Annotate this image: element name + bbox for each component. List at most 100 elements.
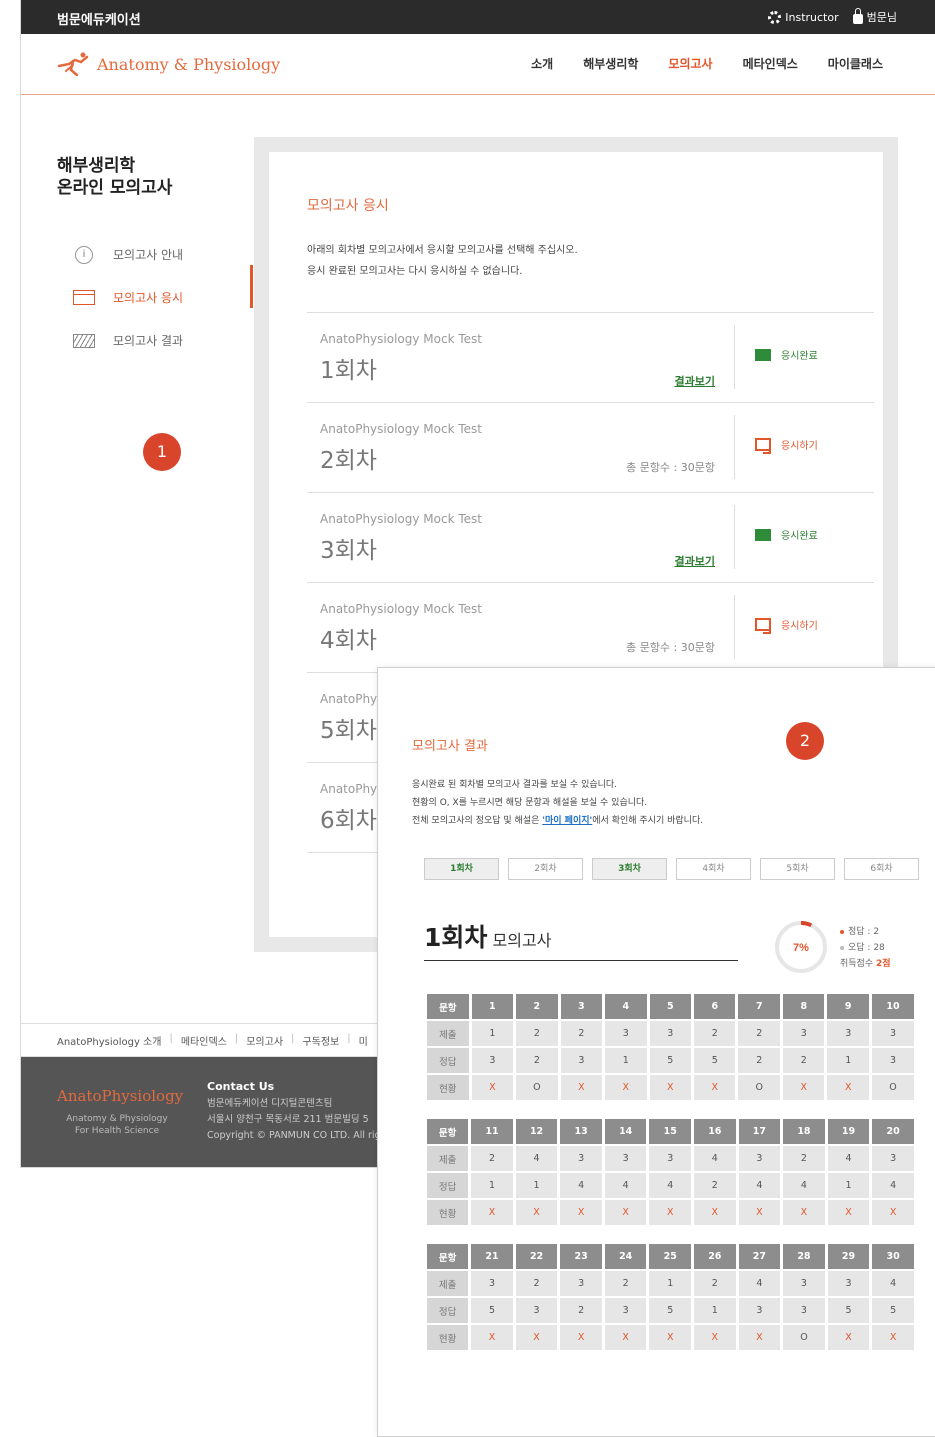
- footer-link[interactable]: 미: [359, 1033, 368, 1048]
- tab-round-1[interactable]: 1회차: [424, 858, 499, 880]
- red-dot-icon: [840, 929, 844, 934]
- status-mark-wrong[interactable]: X: [560, 1075, 603, 1100]
- sidebar-item-results[interactable]: 모의고사 결과: [57, 319, 183, 362]
- status-mark-wrong[interactable]: X: [694, 1200, 736, 1225]
- grid-cell: 3: [649, 1146, 692, 1171]
- grid-row-label: 정답: [427, 1298, 469, 1323]
- status-mark-wrong[interactable]: X: [604, 1325, 647, 1350]
- grid-cell: 2: [471, 1146, 513, 1171]
- grid-cell: 19: [827, 1119, 870, 1144]
- status-mark-wrong[interactable]: X: [694, 1075, 736, 1100]
- status-mark-correct[interactable]: O: [738, 1075, 781, 1100]
- view-result-link[interactable]: 결과보기: [620, 553, 715, 569]
- status-mark-wrong[interactable]: X: [783, 1200, 825, 1225]
- grid-row-label: 문항: [427, 1244, 469, 1269]
- status-mark-wrong[interactable]: X: [827, 1200, 870, 1225]
- status-mark-wrong[interactable]: X: [471, 1075, 514, 1100]
- status-mark-wrong[interactable]: X: [827, 1075, 869, 1100]
- nav-item-anatomy[interactable]: 해부생리학: [583, 55, 638, 72]
- footer-link[interactable]: 모의고사: [246, 1033, 283, 1048]
- sidebar-item-label: 모의고사 결과: [113, 334, 184, 348]
- grid-cell: 17: [738, 1119, 781, 1144]
- footer-link[interactable]: AnatoPhysiology 소개: [57, 1033, 161, 1048]
- grid-cell: 2: [516, 1021, 558, 1046]
- status-mark-wrong[interactable]: X: [604, 1200, 647, 1225]
- score-label: 취득점수: [840, 959, 876, 969]
- grid-cell: 5: [649, 1298, 692, 1323]
- status-mark-wrong[interactable]: X: [872, 1325, 914, 1350]
- grid-cell: 1: [605, 1048, 647, 1073]
- footer-link[interactable]: 구독정보: [302, 1033, 339, 1048]
- status-mark-wrong[interactable]: X: [605, 1075, 647, 1100]
- gear-icon: [768, 10, 782, 24]
- take-test-button[interactable]: 응시하기: [755, 617, 818, 634]
- instructor-link[interactable]: Instructor: [768, 9, 839, 25]
- status-mark-wrong[interactable]: X: [560, 1200, 602, 1225]
- test-name: 3회차: [320, 538, 377, 564]
- status-mark-wrong[interactable]: X: [694, 1325, 736, 1350]
- sidebar-item-take-test[interactable]: 모의고사 응시: [57, 276, 183, 319]
- grid-cell: 14: [604, 1119, 647, 1144]
- status-mark-wrong[interactable]: X: [471, 1325, 513, 1350]
- description-line: 전체 모의고사의 정오답 및 해설은 '마이 페이지'에서 확인해 주시기 바랍…: [412, 812, 703, 830]
- view-result-link[interactable]: 결과보기: [620, 373, 715, 389]
- take-test-button[interactable]: 응시하기: [755, 437, 818, 454]
- grid-cell: 4: [783, 1173, 825, 1198]
- grid-cell: 1: [694, 1298, 736, 1323]
- footer-link[interactable]: 메타인덱스: [181, 1033, 227, 1048]
- grid-row-q: 문항 21 22 23 24 25 26 27 28 29 30: [427, 1244, 914, 1269]
- take-test-icon: [755, 618, 771, 634]
- my-page-link[interactable]: '마이 페이지': [542, 816, 592, 826]
- brand-name[interactable]: 범문에듀케이션: [57, 9, 141, 28]
- grid-row-label: 현황: [427, 1075, 469, 1100]
- grid-cell: 29: [827, 1244, 870, 1269]
- status-mark-wrong[interactable]: X: [738, 1200, 781, 1225]
- status-mark-wrong[interactable]: X: [515, 1200, 558, 1225]
- status-mark-wrong[interactable]: X: [872, 1200, 914, 1225]
- test-name: 4회차: [320, 628, 377, 654]
- user-link[interactable]: 범문님: [852, 7, 897, 25]
- status-mark-wrong[interactable]: X: [471, 1200, 513, 1225]
- nav-item-intro[interactable]: 소개: [531, 55, 553, 72]
- tab-round-5[interactable]: 5회차: [760, 858, 835, 880]
- tab-round-6[interactable]: 6회차: [844, 858, 919, 880]
- nav-item-myclass[interactable]: 마이클래스: [828, 55, 883, 72]
- sidebar-active-marker: [250, 265, 253, 308]
- status-mark-wrong[interactable]: X: [649, 1325, 692, 1350]
- site-logo[interactable]: Anatomy & Physiology: [57, 52, 280, 76]
- status-mark-wrong[interactable]: X: [560, 1325, 602, 1350]
- grid-cell: 16: [694, 1119, 736, 1144]
- grid-cell: 3: [649, 1021, 692, 1046]
- result-panel: 모의고사 결과 2 응시완료 된 회차별 모의고사 결과를 보실 수 있습니다.…: [390, 682, 935, 1422]
- answer-grid: 문항 1 2 3 4 5 6 7 8 9 10 제출 1 2 2 3 3 2 2 3 3 3 정답 3 2 3 1 5 5 2 2 1 3 현황 X…: [424, 992, 917, 1102]
- grid-row-submit: 제출 1 2 2 3 3 2 2 3 3 3: [427, 1021, 914, 1046]
- description-line: 응시 완료된 모의고사는 다시 응시하실 수 없습니다.: [307, 266, 523, 277]
- status-mark-correct[interactable]: O: [783, 1325, 825, 1350]
- grid-cell: 2: [738, 1021, 781, 1046]
- description-line: 아래의 회차별 모의고사에서 응시할 모의고사를 선택해 주십시오.: [307, 245, 578, 256]
- tab-round-4[interactable]: 4회차: [676, 858, 751, 880]
- score-donut: 7%: [775, 921, 827, 973]
- tab-round-3[interactable]: 3회차: [592, 858, 667, 880]
- grid-row-q: 문항 11 12 13 14 15 16 17 18 19 20: [427, 1119, 914, 1144]
- grid-row-answer: 정답 5 3 2 3 5 1 3 3 5 5: [427, 1298, 914, 1323]
- status-mark-correct[interactable]: O: [871, 1075, 914, 1100]
- nav-item-metaindex[interactable]: 메타인덱스: [743, 55, 798, 72]
- status-mark-wrong[interactable]: X: [738, 1325, 781, 1350]
- nav-item-mocktest[interactable]: 모의고사: [668, 55, 712, 72]
- status-mark-wrong[interactable]: X: [827, 1325, 870, 1350]
- result-description: 응시완료 된 회차별 모의고사 결과를 보실 수 있습니다. 현황의 O, X를…: [412, 776, 703, 830]
- status-mark-wrong[interactable]: X: [649, 1075, 692, 1100]
- tab-round-2[interactable]: 2회차: [508, 858, 583, 880]
- status-mark-correct[interactable]: O: [516, 1075, 558, 1100]
- status-mark-wrong[interactable]: X: [515, 1325, 558, 1350]
- page-title: 모의고사 응시: [307, 198, 389, 214]
- status-mark-wrong[interactable]: X: [649, 1200, 692, 1225]
- sidebar-item-guide[interactable]: i 모의고사 안내: [57, 233, 183, 276]
- status-mark-wrong[interactable]: X: [783, 1075, 825, 1100]
- grid-cell: 3: [871, 1021, 914, 1046]
- grid-row-submit: 제출 3 2 3 2 1 2 4 3 3 4: [427, 1271, 914, 1296]
- status-label: 응시완료: [781, 351, 818, 362]
- grid-cell: 15: [649, 1119, 692, 1144]
- grid-cell: 2: [738, 1048, 781, 1073]
